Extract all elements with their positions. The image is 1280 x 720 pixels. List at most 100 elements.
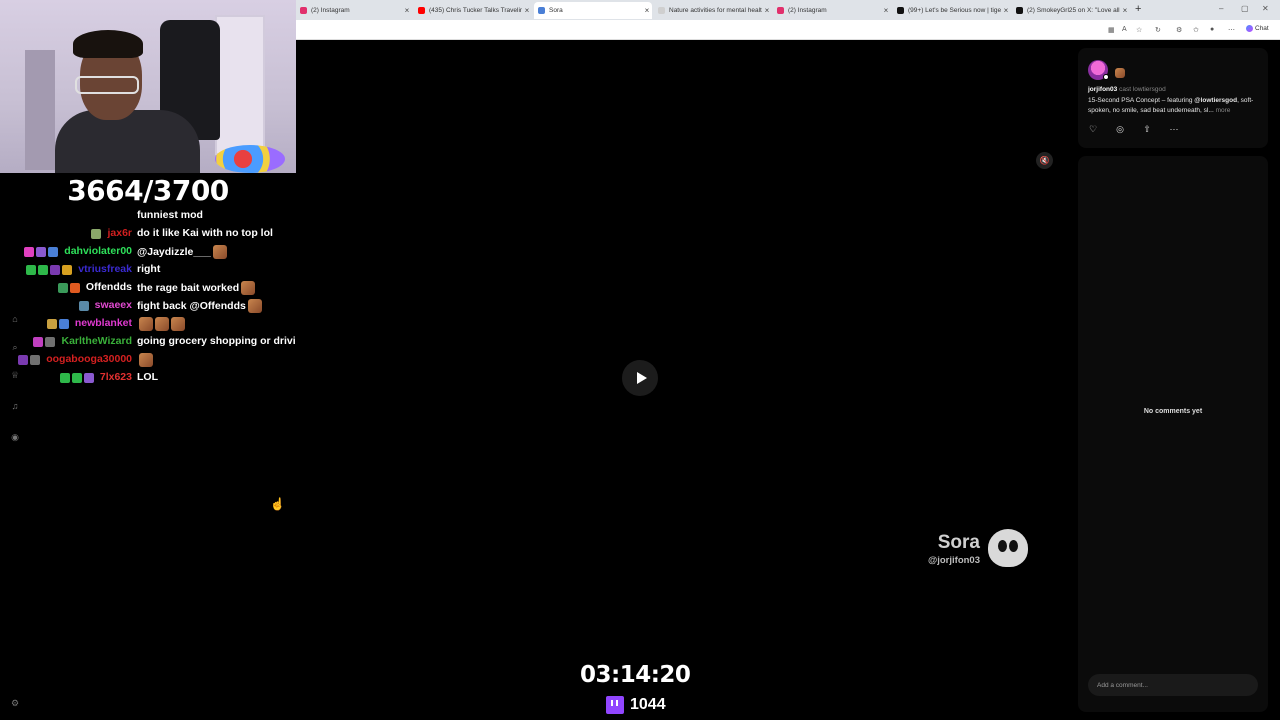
browser-tab[interactable]: (99+) Let's be Serious now | tiger ×	[893, 2, 1011, 19]
chat-message-text: LOL	[137, 371, 158, 383]
extension-icon[interactable]: ⚙	[1176, 26, 1182, 34]
browser-tab[interactable]: (2) SmokeyGrl25 on X: "Love all th ×	[1012, 2, 1130, 19]
chat-message: jax6r do it like Kai with no top lol	[0, 225, 320, 243]
browser-tab[interactable]: Nature activities for mental health ×	[654, 2, 772, 19]
tab-close-icon[interactable]: ×	[762, 6, 772, 15]
tab-label: (435) Chris Tucker Talks Traveling	[429, 7, 522, 14]
chat-username[interactable]: oogabooga30000	[46, 353, 132, 365]
post-card: jorjifon03 cast lowtiersgod 15-Second PS…	[1078, 48, 1268, 148]
notification-bell-icon[interactable]: ♫	[8, 401, 22, 415]
chat-badge-icon	[18, 355, 28, 365]
comment-input[interactable]	[1088, 674, 1258, 696]
chat-badge-icon	[26, 265, 36, 275]
sora-watermark: Sora @jorjifon03	[908, 528, 1028, 576]
favorites-icon[interactable]: ✩	[1193, 26, 1199, 34]
tab-favicon-icon	[300, 7, 307, 14]
chat-message: vtriusfreak right	[0, 261, 320, 279]
browser-menu-icon[interactable]: ⋯	[1228, 26, 1235, 34]
chat-emote-icon	[155, 317, 169, 331]
tab-close-icon[interactable]: ×	[402, 6, 412, 15]
user-avatar-icon[interactable]: ◉	[8, 432, 22, 446]
favorite-star-icon[interactable]: ☆	[1136, 26, 1142, 34]
chat-username[interactable]: vtriusfreak	[78, 263, 132, 275]
watermark-brand: Sora	[937, 532, 980, 553]
chat-badges	[47, 319, 69, 330]
chat-username[interactable]: swaeex	[95, 299, 132, 311]
browser-tab[interactable]: (2) Instagram ×	[773, 2, 891, 19]
tab-close-icon[interactable]: ×	[522, 6, 532, 15]
no-comments-label: No comments yet	[1143, 408, 1203, 415]
browser-tab[interactable]: Sora ×	[534, 2, 652, 19]
tab-close-icon[interactable]: ×	[642, 6, 652, 15]
restore-icon[interactable]: ▢	[1241, 4, 1249, 13]
more-link[interactable]: more	[1216, 107, 1231, 114]
sub-goal-counter: 3664/3700	[67, 174, 229, 207]
post-actions: ♡ ◎ ⇧ ⋯	[1088, 124, 1179, 134]
chat-username[interactable]: KarltheWizard	[61, 335, 132, 347]
tab-favicon-icon	[777, 7, 784, 14]
chat-badges	[33, 337, 55, 348]
sora-logo-icon	[988, 529, 1028, 567]
chat-text	[137, 353, 153, 367]
chat-badge-icon	[72, 373, 82, 383]
chat-username[interactable]: jax6r	[107, 227, 132, 239]
heart-icon[interactable]: ♡	[1088, 124, 1098, 134]
chat-badges	[24, 247, 58, 258]
refresh-icon[interactable]: ↻	[1155, 26, 1161, 34]
chat-username[interactable]: 7lx623	[100, 371, 132, 383]
chat-badge-icon	[50, 265, 60, 275]
copilot-icon	[1246, 25, 1253, 32]
chat-badge-icon	[91, 229, 101, 239]
chat-badge-icon	[58, 283, 68, 293]
mute-button[interactable]: 🔇	[1036, 152, 1053, 169]
chat-badge-icon	[47, 319, 57, 329]
tab-close-icon[interactable]: ×	[1001, 6, 1011, 15]
chat-text: going grocery shopping or driving	[137, 335, 309, 347]
chat-badge-icon	[59, 319, 69, 329]
remix-icon[interactable]: ◎	[1115, 124, 1125, 134]
profile-icon[interactable]: ●	[1210, 26, 1214, 33]
play-button[interactable]	[622, 360, 658, 396]
minimize-icon[interactable]: –	[1219, 4, 1223, 13]
chat-username[interactable]: newblanket	[75, 317, 132, 329]
new-tab-button[interactable]: +	[1135, 3, 1141, 15]
chat-emote-icon	[171, 317, 185, 331]
close-window-icon[interactable]: ✕	[1262, 4, 1269, 13]
post-mention[interactable]: @lowtiersgod	[1194, 97, 1237, 104]
apps-icon[interactable]: ▦	[1108, 26, 1115, 34]
post-cast[interactable]: cast lowtiersgod	[1119, 86, 1166, 93]
chat-message-text: going grocery shopping or driving	[137, 335, 309, 347]
tab-close-icon[interactable]: ×	[1120, 6, 1130, 15]
tab-close-icon[interactable]: ×	[881, 6, 891, 15]
chat-badges	[91, 229, 101, 240]
chat-text: right	[137, 263, 160, 275]
more-icon[interactable]: ⋯	[1169, 124, 1179, 134]
chat-badge-icon	[36, 247, 46, 257]
chat-badge-icon	[33, 337, 43, 347]
chat-emote-icon	[247, 299, 262, 313]
post-sidebar: jorjifon03 cast lowtiersgod 15-Second PS…	[1066, 40, 1280, 720]
browser-tab[interactable]: (435) Chris Tucker Talks Traveling ×	[414, 2, 532, 19]
video-player[interactable]: 🔇 Sora @jorjifon03	[296, 40, 1066, 720]
chat-username[interactable]: Offendds	[86, 281, 132, 293]
cast-avatar[interactable]	[1115, 68, 1125, 78]
chat-badges	[58, 283, 80, 294]
tab-label: (99+) Let's be Serious now | tiger	[908, 7, 1001, 14]
chat-username[interactable]: dahviolater00	[64, 245, 132, 257]
tab-label: Nature activities for mental health	[669, 7, 762, 14]
comments-panel: No comments yet	[1078, 156, 1268, 712]
browser-tab[interactable]: (2) Instagram ×	[296, 2, 412, 19]
post-author[interactable]: jorjifon03	[1088, 86, 1117, 93]
share-icon[interactable]: ⇧	[1142, 124, 1152, 134]
watermark-handle: @jorjifon03	[927, 555, 980, 566]
webcam-feed	[0, 0, 296, 173]
chat-message: oogabooga30000	[0, 351, 320, 369]
tab-favicon-icon	[897, 7, 904, 14]
settings-icon[interactable]: ⚙	[8, 698, 22, 712]
read-aloud-icon[interactable]: A	[1122, 26, 1127, 33]
chat-badge-icon	[84, 373, 94, 383]
chat-text: fight back @Offendds	[137, 299, 262, 313]
screen: { "browser": { "tabs": [ {"label": "(2) …	[0, 0, 1280, 720]
twitch-icon	[606, 696, 624, 714]
copilot-chat-button[interactable]: Chat	[1246, 25, 1269, 32]
